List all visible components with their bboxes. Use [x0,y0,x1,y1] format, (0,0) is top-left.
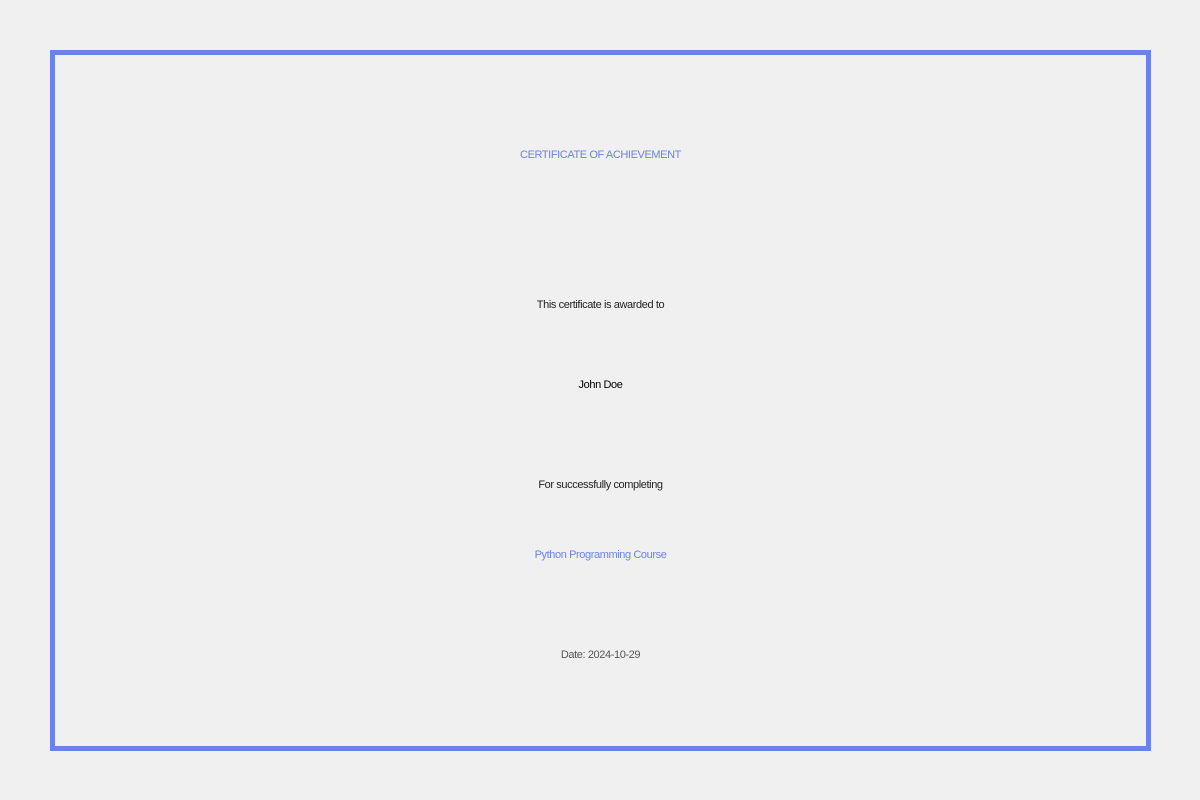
recipient-name: John Doe [578,379,623,391]
completion-text: For successfully completing [538,479,663,491]
course-name: Python Programming Course [534,549,667,561]
certificate-date: Date: 2024-10-29 [560,649,641,661]
awarded-to-text: This certificate is awarded to [536,299,665,311]
certificate-title: CERTIFICATE OF ACHIEVEMENT [520,149,681,161]
certificate-frame: CERTIFICATE OF ACHIEVEMENT This certific… [50,50,1151,751]
